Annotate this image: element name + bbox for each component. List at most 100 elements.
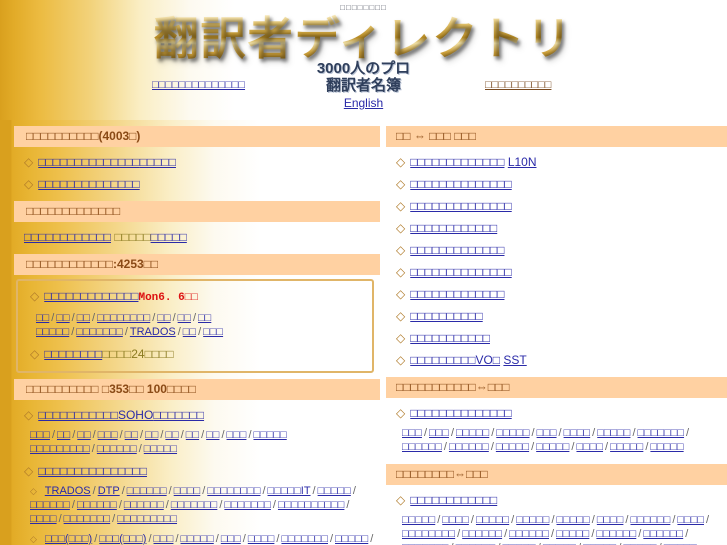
tag-link[interactable]: □□□□□□□ (638, 427, 685, 439)
pair-link[interactable]: □□□□□□□□□VO□ (410, 353, 500, 367)
tag-link[interactable]: □□□□ (248, 533, 275, 545)
register-link[interactable]: □□□□□□□□□□□□□ (44, 289, 138, 303)
english-language-link[interactable]: English (344, 96, 383, 110)
pair-link[interactable]: □□□□□□□□□□□□□ (410, 243, 504, 257)
tag-link[interactable]: □□□ (203, 326, 223, 338)
tag-link[interactable]: □□ (206, 429, 219, 441)
tag-link[interactable]: □□□□□□ (124, 499, 164, 511)
list-item[interactable]: ◇ □□□□□□□□□□□□□□□□□□□ (14, 151, 380, 173)
list-item[interactable]: ◇ □□□□□□□□□□□□□□ (386, 173, 727, 195)
tag-link[interactable]: □□□□□□ (449, 441, 489, 453)
agency-link-pre[interactable]: □□□□□□□□□□□□ (24, 230, 111, 244)
tag-link[interactable]: □□ (36, 312, 49, 324)
tag-link[interactable]: □□□□□□ (643, 528, 683, 540)
search-link-soho[interactable]: SOHO (118, 408, 153, 422)
pair-link[interactable]: □□□□□□□□□□□□ (410, 221, 497, 235)
tag-link[interactable]: □□□ (227, 429, 247, 441)
tag-link[interactable]: □□□□□ (516, 514, 549, 526)
tag-link[interactable]: □□□□□ (496, 427, 529, 439)
tag-link[interactable]: □□□□□ (476, 514, 509, 526)
tag-link[interactable]: □□□ (98, 429, 118, 441)
list-item[interactable]: ◇ □□□□□□□□□□□□□ L10N (386, 151, 727, 173)
list-item[interactable]: ◇ □□□□□□□□□□□□□□ (386, 261, 727, 283)
job-link-2[interactable]: □□□□□□□□□□□□□□ (38, 177, 139, 191)
tag-link[interactable]: □□ (157, 312, 170, 324)
list-item[interactable]: ◇ □□□□□□□□□□□□□ (386, 239, 727, 261)
tag-link[interactable]: □□□□□ (610, 441, 643, 453)
tag-link[interactable]: □□□□□ (335, 533, 368, 545)
tag-link[interactable]: □□ (57, 429, 70, 441)
tag-link[interactable]: □□□□□□□□ (207, 485, 260, 497)
tag-link[interactable]: □□□□ (174, 485, 201, 497)
register-link-2[interactable]: □□□□□□□□ (44, 347, 102, 361)
list-item[interactable]: ◇ □□□□□□□□□□□□ (386, 217, 727, 239)
pair-link[interactable]: □□□□□□□□□□□□□□ (410, 177, 511, 191)
tag-link[interactable]: □□□□ (442, 514, 469, 526)
list-item[interactable]: ◇ □□□□□□□□□VO□ SST (386, 349, 727, 371)
tag-link[interactable]: □□□□□ (254, 429, 287, 441)
pair-link[interactable]: □□□□□□□□□□ (410, 309, 482, 323)
tag-link[interactable]: □□□ (402, 427, 422, 439)
tag-link[interactable]: □□ (125, 429, 138, 441)
tag-link[interactable]: □□□□□ (650, 441, 683, 453)
list-item[interactable]: ◇ □□□□□□□□□□□□□Mon6. 6□□ (20, 285, 370, 309)
tag-link[interactable]: □□□ (221, 533, 241, 545)
tag-link[interactable]: □□ (145, 429, 158, 441)
pair-link-sst[interactable]: SST (503, 353, 526, 367)
tag-link[interactable]: □□□□□□ (30, 499, 70, 511)
list-item[interactable]: ◇ □□□□□□□□□□ (386, 305, 727, 327)
pair-link-l10n[interactable]: L10N (508, 155, 537, 169)
tag-link[interactable]: □□□□□ (36, 326, 69, 338)
pair2-link[interactable]: □□□□□□□□□□□□□□ (410, 406, 511, 420)
search-link-1a[interactable]: □□□□□□□□□□□ (38, 408, 118, 422)
tag-link[interactable]: □□□□□□□ (76, 326, 123, 338)
tag-link[interactable]: □□□□□IT (268, 485, 311, 497)
pair-link[interactable]: □□□□□□□□□□□□□ (410, 287, 504, 301)
tag-link[interactable]: □□□ (30, 429, 50, 441)
tag-link-trados[interactable]: TRADOS (45, 485, 91, 497)
list-item[interactable]: ◇ □□□□□□□□□□□□24□□□□ (20, 343, 370, 365)
search-link-1c[interactable]: □□□□□□□ (153, 408, 204, 422)
tag-link[interactable]: □□□□□ (557, 514, 590, 526)
tag-link[interactable]: □□□□□□ (127, 485, 167, 497)
tag-link[interactable]: □□ (165, 429, 178, 441)
tag-link[interactable]: □□□□□□□ (281, 533, 328, 545)
list-item[interactable]: ◇ □□□□□□□□□□□□□□ (386, 402, 727, 424)
tag-link[interactable]: □□ (77, 312, 90, 324)
search-link-2[interactable]: □□□□□□□□□□□□□□□ (38, 464, 147, 478)
tag-link[interactable]: □□ (198, 312, 211, 324)
list-item[interactable]: ◇ □□□□□□□□□□□□□□ (14, 173, 380, 195)
tag-link[interactable]: □□□□□ (144, 443, 177, 455)
tag-link[interactable]: □□□ (429, 427, 449, 439)
tag-link[interactable]: □□□□□□□□□ (117, 513, 177, 525)
tag-link[interactable]: □□□□□□□□□ (30, 443, 90, 455)
tag-link[interactable]: □□□□□□□ (64, 513, 111, 525)
tag-link[interactable]: □□□□□ (556, 528, 589, 540)
tag-link[interactable]: □□□□□ (181, 533, 214, 545)
tag-link-dtp[interactable]: DTP (98, 485, 120, 497)
pair-link[interactable]: □□□□□□□□□□□ (410, 331, 490, 345)
tag-link[interactable]: □□□□ (564, 427, 591, 439)
tag-link[interactable]: □□□□□ (402, 514, 435, 526)
tag-link[interactable]: □□□(□□□) (45, 533, 92, 545)
tag-link[interactable]: □□□ (537, 427, 557, 439)
tag-link[interactable]: □□□□□ (597, 427, 630, 439)
list-item[interactable]: ◇ □□□□□□□□□□□□□ (386, 283, 727, 305)
list-item[interactable]: ◇ □□□□□□□□□□□□ (386, 489, 727, 511)
tag-link[interactable]: □□ (183, 326, 196, 338)
tag-link[interactable]: □□□□ (30, 513, 57, 525)
tag-link[interactable]: □□□□ (576, 441, 603, 453)
agency-row[interactable]: □□□□□□□□□□□□ □□□□□□□□□□ (14, 226, 380, 248)
tag-link[interactable]: □□□ (154, 533, 174, 545)
agency-link-tail[interactable]: □□□□□ (151, 230, 187, 244)
tag-link[interactable]: □□□□□□□□□□ (278, 499, 344, 511)
tag-link[interactable]: □□ (77, 429, 90, 441)
pair-link[interactable]: □□□□□□□□□□□□□ (410, 155, 504, 169)
tag-link[interactable]: □□□□□□□ (171, 499, 218, 511)
tag-link[interactable]: □□□□□ (456, 427, 489, 439)
list-item[interactable]: ◇ □□□□□□□□□□□□□□□ (14, 460, 380, 482)
tag-link[interactable]: □□□□□ (536, 441, 569, 453)
tag-link[interactable]: □□□□ (597, 514, 624, 526)
list-item[interactable]: ◇ □□□□□□□□□□□SOHO□□□□□□□ (14, 404, 380, 426)
tag-link[interactable]: □□□□□ (496, 441, 529, 453)
